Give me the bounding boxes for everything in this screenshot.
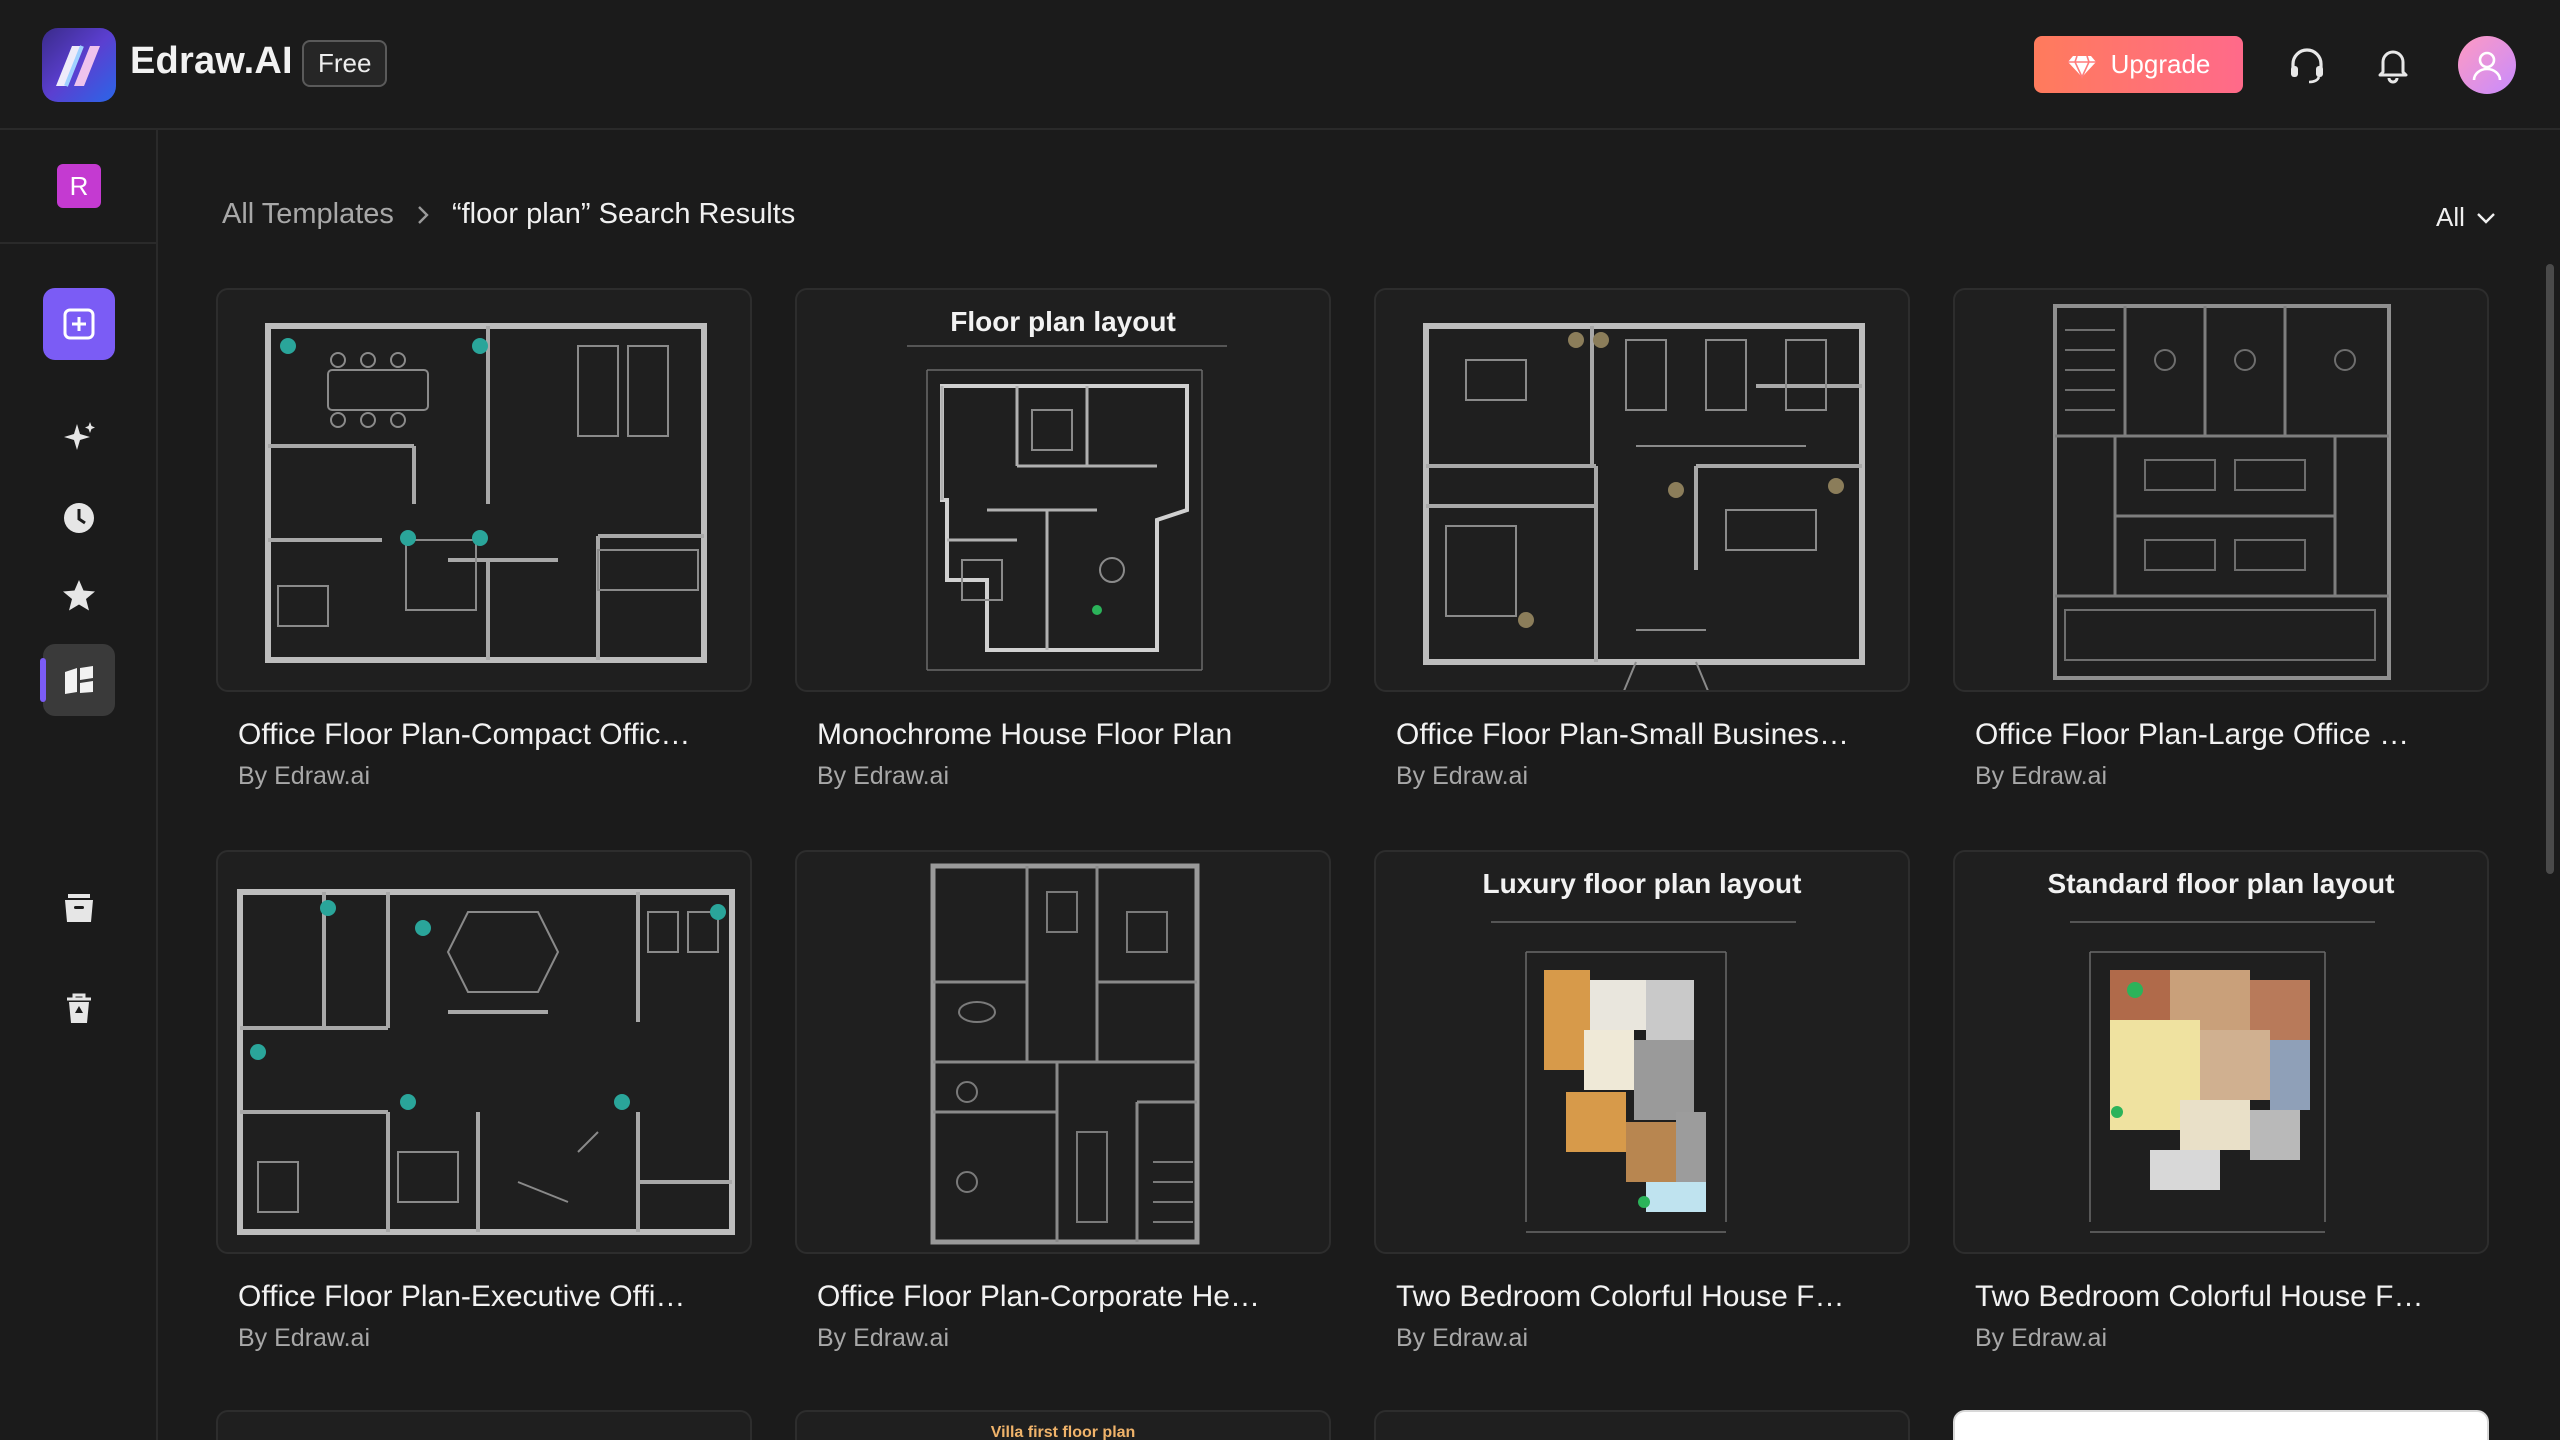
filter-dropdown[interactable]: All [2436, 202, 2497, 233]
trash-nav[interactable] [59, 988, 99, 1028]
template-author: By Edraw.ai [1975, 1324, 2108, 1352]
user-avatar[interactable] [2458, 36, 2516, 94]
plan-badge: Free [302, 40, 388, 87]
template-card[interactable]: Luxury floor plan layout Two Bedroom Col… [1374, 850, 1910, 1353]
folder-icon [65, 894, 93, 922]
template-title[interactable]: Office Floor Plan-Small Busines… [1374, 718, 1910, 752]
templates-icon [65, 666, 93, 694]
template-title[interactable]: Office Floor Plan-Executive Offi… [216, 1280, 752, 1314]
breadcrumb: All Templates “floor plan” Search Result… [222, 198, 795, 231]
template-card-partial[interactable] [1953, 1410, 2489, 1440]
thumbnail-title: Villa first floor plan [990, 1424, 1136, 1440]
user-icon [2472, 51, 2502, 81]
template-card[interactable]: Floor plan layout Monochrome House Floor… [795, 288, 1331, 791]
star-icon [63, 580, 95, 611]
template-author: By Edraw.ai [1975, 762, 2108, 790]
template-thumbnail[interactable] [216, 850, 752, 1254]
breadcrumb-all-templates[interactable]: All Templates [222, 198, 394, 231]
template-card[interactable]: Office Floor Plan-Executive Offi… By Edr… [216, 850, 752, 1353]
diamond-icon [2067, 55, 2096, 79]
template-title[interactable]: Office Floor Plan-Large Office … [1953, 718, 2489, 752]
template-thumbnail[interactable] [1374, 288, 1910, 692]
template-title[interactable]: Two Bedroom Colorful House F… [1953, 1280, 2489, 1314]
files-nav[interactable] [59, 888, 99, 928]
template-card[interactable]: Office Floor Plan-Small Busines… By Edra… [1374, 288, 1910, 791]
template-author: By Edraw.ai [1396, 762, 1529, 790]
top-header: Edraw.AI Free Upgrade [0, 0, 2560, 130]
recent-nav[interactable] [59, 498, 99, 538]
scrollbar-thumb[interactable] [2546, 264, 2554, 874]
sparkle-icon [64, 422, 95, 450]
edraw-logo-icon[interactable] [42, 28, 116, 102]
upgrade-label: Upgrade [2110, 49, 2211, 79]
template-thumbnail[interactable] [1953, 288, 2489, 692]
templates-nav[interactable] [40, 644, 115, 716]
floor-plan-image [2070, 921, 2375, 1233]
template-card-partial[interactable] [216, 1410, 752, 1440]
new-document-button[interactable] [43, 288, 115, 360]
template-author: By Edraw.ai [238, 762, 371, 790]
sidebar-divider [0, 242, 156, 244]
thumbnail-title: Luxury floor plan layout [1482, 868, 1802, 899]
breadcrumb-current: “floor plan” Search Results [451, 198, 796, 230]
left-sidebar: R [0, 130, 158, 1440]
template-thumbnail[interactable]: Floor plan layout [795, 288, 1331, 692]
template-card[interactable]: Standard floor plan layout Two Bedroom C… [1953, 850, 2489, 1353]
floor-plan-image [1423, 323, 1865, 690]
floor-plan-image [907, 345, 1227, 671]
floor-plan-image [2053, 304, 2391, 680]
template-title[interactable]: Office Floor Plan-Corporate He… [795, 1280, 1331, 1314]
headset-icon[interactable] [2287, 44, 2327, 84]
template-title[interactable]: Two Bedroom Colorful House F… [1374, 1280, 1910, 1314]
new-file-icon [63, 308, 95, 340]
floor-plan-image [1491, 921, 1796, 1233]
template-thumbnail[interactable]: Standard floor plan layout [1953, 850, 2489, 1254]
template-card-partial[interactable] [1374, 1410, 1910, 1440]
floor-plan-image [237, 889, 735, 1235]
filter-label: All [2436, 202, 2465, 232]
template-card[interactable]: Office Floor Plan-Large Office … By Edra… [1953, 288, 2489, 791]
template-card[interactable]: Office Floor Plan-Corporate He… By Edraw… [795, 850, 1331, 1353]
workspace-badge[interactable]: R [57, 164, 101, 208]
favorites-nav[interactable] [59, 576, 99, 616]
trash-icon [67, 993, 91, 1023]
ai-sparkle-nav[interactable] [59, 418, 99, 458]
template-title[interactable]: Office Floor Plan-Compact Offic… [216, 718, 752, 752]
chevron-right-icon [418, 205, 429, 224]
template-title[interactable]: Monochrome House Floor Plan [795, 718, 1331, 752]
chevron-down-icon [2477, 212, 2495, 224]
template-thumbnail[interactable] [795, 850, 1331, 1254]
thumbnail-title: Floor plan layout [950, 306, 1176, 337]
floor-plan-image [265, 323, 707, 663]
template-author: By Edraw.ai [1396, 1324, 1529, 1352]
template-thumbnail[interactable]: Luxury floor plan layout [1374, 850, 1910, 1254]
template-card-partial[interactable]: Villa first floor plan [795, 1410, 1331, 1440]
template-author: By Edraw.ai [817, 762, 950, 790]
floor-plan-image [930, 863, 1200, 1245]
thumbnail-title: Standard floor plan layout [2047, 868, 2395, 899]
template-author: By Edraw.ai [238, 1324, 371, 1352]
upgrade-button[interactable]: Upgrade [2034, 36, 2243, 93]
clock-icon [64, 503, 94, 533]
brand-name: Edraw.AI [130, 40, 293, 82]
template-thumbnail[interactable] [216, 288, 752, 692]
template-author: By Edraw.ai [817, 1324, 950, 1352]
bell-icon[interactable] [2373, 44, 2413, 84]
template-card[interactable]: Office Floor Plan-Compact Offic… By Edra… [216, 288, 752, 791]
